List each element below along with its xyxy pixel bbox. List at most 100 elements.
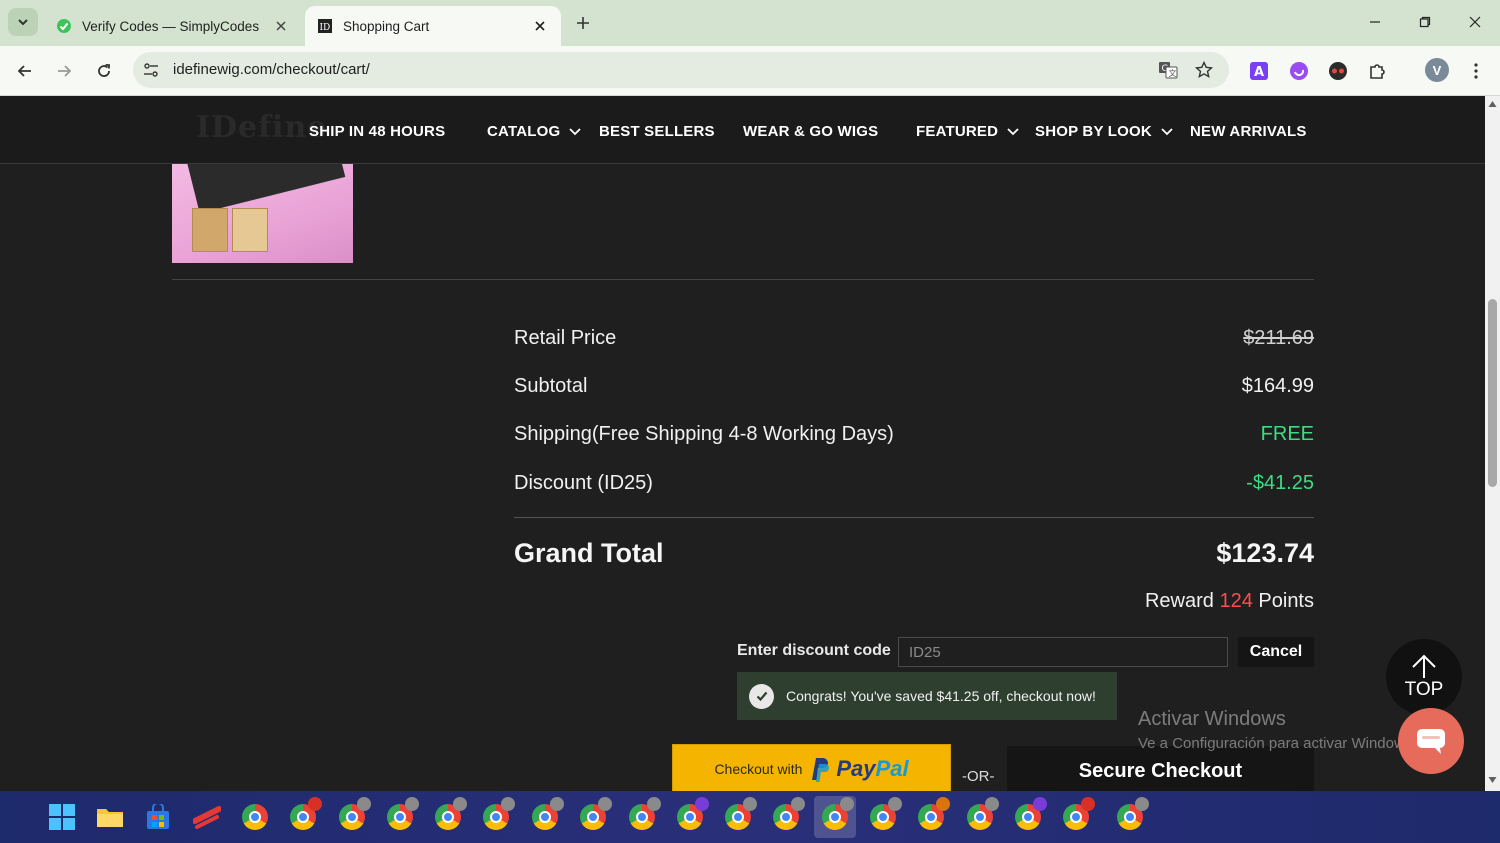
reward-points: Reward 124 Points [1145, 590, 1314, 613]
shipping-label: Shipping(Free Shipping 4-8 Working Days) [514, 422, 894, 445]
taskbar-red-app[interactable] [192, 802, 222, 832]
nav-catalog[interactable]: CATALOG [487, 120, 582, 142]
nav-featured[interactable]: FEATURED [916, 120, 1020, 142]
chrome-icon [290, 797, 322, 830]
idefine-favicon-icon: ID [318, 19, 332, 33]
taskbar-chrome[interactable] [240, 802, 270, 832]
chrome-icon [1063, 797, 1095, 830]
extension-a-button[interactable]: A [1246, 58, 1272, 84]
chrome-icon [967, 797, 999, 830]
tab-title: Verify Codes — SimplyCodes [82, 18, 260, 34]
extension-purple-button[interactable] [1286, 58, 1312, 84]
nav-ship-in-48-hours[interactable]: SHIP IN 48 HOURS [309, 120, 445, 142]
svg-text:文: 文 [1169, 68, 1177, 78]
site-info-button[interactable] [141, 60, 161, 80]
nav-label: WEAR & GO WIGS [743, 122, 879, 140]
taskbar-chrome[interactable] [530, 797, 564, 832]
translate-button[interactable]: G文 [1156, 58, 1180, 82]
chrome-icon [435, 797, 467, 830]
taskbar-store[interactable] [143, 802, 173, 832]
secure-checkout-button[interactable]: Secure Checkout [1007, 746, 1314, 791]
address-bar[interactable]: idefinewig.com/checkout/cart/ G文 [133, 52, 1229, 88]
scroll-down-arrow-icon[interactable] [1488, 776, 1497, 784]
back-button[interactable] [10, 56, 40, 86]
taskbar-chrome[interactable] [627, 797, 661, 832]
tab-search-button[interactable] [8, 8, 38, 36]
taskbar-file-explorer[interactable] [95, 802, 125, 832]
svg-text:ID: ID [320, 23, 331, 33]
reload-button[interactable] [89, 56, 119, 86]
site-navigation: IDefine SHIP IN 48 HOURS CATALOG BEST SE… [0, 96, 1485, 164]
translate-icon: G文 [1159, 62, 1178, 79]
grand-total-value: $123.74 [1216, 538, 1314, 568]
bookmark-button[interactable] [1192, 58, 1216, 82]
taskbar-chrome[interactable] [675, 797, 709, 832]
restore-button[interactable] [1400, 0, 1450, 44]
taskbar-chrome-active[interactable] [814, 796, 856, 838]
url-text[interactable]: idefinewig.com/checkout/cart/ [173, 61, 370, 78]
taskbar-chrome[interactable] [481, 797, 515, 832]
scroll-up-arrow-icon[interactable] [1488, 100, 1497, 108]
taskbar-chrome[interactable] [385, 797, 419, 832]
plus-icon [577, 17, 589, 29]
browser-toolbar: idefinewig.com/checkout/cart/ G文 A V [0, 46, 1500, 96]
minimize-button[interactable] [1350, 0, 1400, 44]
tab-close-icon[interactable] [272, 17, 290, 35]
tab-shopping-cart[interactable]: ID Shopping Cart [305, 6, 561, 46]
back-to-top-button[interactable]: TOP [1386, 639, 1462, 715]
taskbar-chrome[interactable] [965, 797, 999, 832]
taskbar-chrome[interactable] [868, 797, 902, 832]
taskbar-chrome[interactable] [578, 797, 612, 832]
paypal-logo-pay: Pay [836, 756, 876, 781]
taskbar-chrome[interactable] [771, 797, 805, 832]
kebab-menu-icon [1474, 63, 1478, 79]
nav-wear-and-go-wigs[interactable]: WEAR & GO WIGS [743, 120, 878, 142]
product-thumbnail[interactable] [172, 164, 353, 263]
new-tab-button[interactable] [570, 10, 596, 36]
discount-success-message: Congrats! You've saved $41.25 off, check… [737, 672, 1117, 720]
start-button[interactable] [47, 802, 77, 832]
chrome-menu-button[interactable] [1463, 58, 1489, 84]
page-scrollbar[interactable] [1485, 96, 1500, 791]
close-icon [1469, 16, 1481, 28]
chrome-icon [532, 797, 564, 830]
windows-activation-watermark: Activar Windows Ve a Configuración para … [1138, 708, 1416, 752]
shipping-value: FREE [1260, 422, 1314, 445]
nav-new-arrivals[interactable]: NEW ARRIVALS [1190, 120, 1307, 142]
nav-label: NEW ARRIVALS [1190, 122, 1307, 140]
taskbar-chrome[interactable] [337, 797, 371, 832]
paypal-checkout-button[interactable]: Checkout with PayPal [672, 744, 951, 791]
store-bag-icon [147, 804, 169, 829]
simplycodes-favicon-icon [57, 19, 71, 33]
tab-verify-codes[interactable]: Verify Codes — SimplyCodes [44, 6, 302, 46]
forward-button[interactable] [49, 56, 79, 86]
chat-button[interactable] [1398, 708, 1464, 774]
cancel-discount-button[interactable]: Cancel [1238, 637, 1314, 667]
scrollbar-thumb[interactable] [1488, 299, 1497, 487]
browser-tab-bar: Verify Codes — SimplyCodes ID Shopping C… [0, 0, 1500, 46]
taskbar-chrome[interactable] [723, 797, 757, 832]
site-logo[interactable]: IDefine [196, 110, 327, 145]
taskbar-chrome[interactable] [1061, 797, 1095, 832]
extension-spy-button[interactable] [1325, 58, 1351, 84]
taskbar-chrome[interactable] [916, 797, 950, 832]
profile-avatar[interactable]: V [1425, 58, 1449, 82]
chrome-icon [773, 797, 805, 830]
taskbar-chrome[interactable] [1013, 797, 1047, 832]
tab-close-icon[interactable] [531, 17, 549, 35]
nav-shop-by-look[interactable]: SHOP BY LOOK [1035, 120, 1174, 142]
spy-extension-icon [1329, 62, 1347, 80]
taskbar-chrome[interactable] [433, 797, 467, 832]
subtotal-value: $164.99 [1241, 374, 1314, 397]
discount-code-input[interactable] [898, 637, 1228, 667]
taskbar-chrome[interactable] [288, 797, 322, 832]
windows-taskbar [0, 791, 1500, 843]
close-window-button[interactable] [1450, 0, 1500, 44]
taskbar-chrome[interactable] [1115, 797, 1149, 832]
restore-icon [1419, 16, 1431, 28]
extensions-button[interactable] [1365, 58, 1391, 84]
nav-best-sellers[interactable]: BEST SELLERS [599, 120, 715, 142]
chrome-icon [870, 797, 902, 830]
chrome-icon [242, 804, 268, 830]
arrow-up-icon [1412, 654, 1436, 678]
